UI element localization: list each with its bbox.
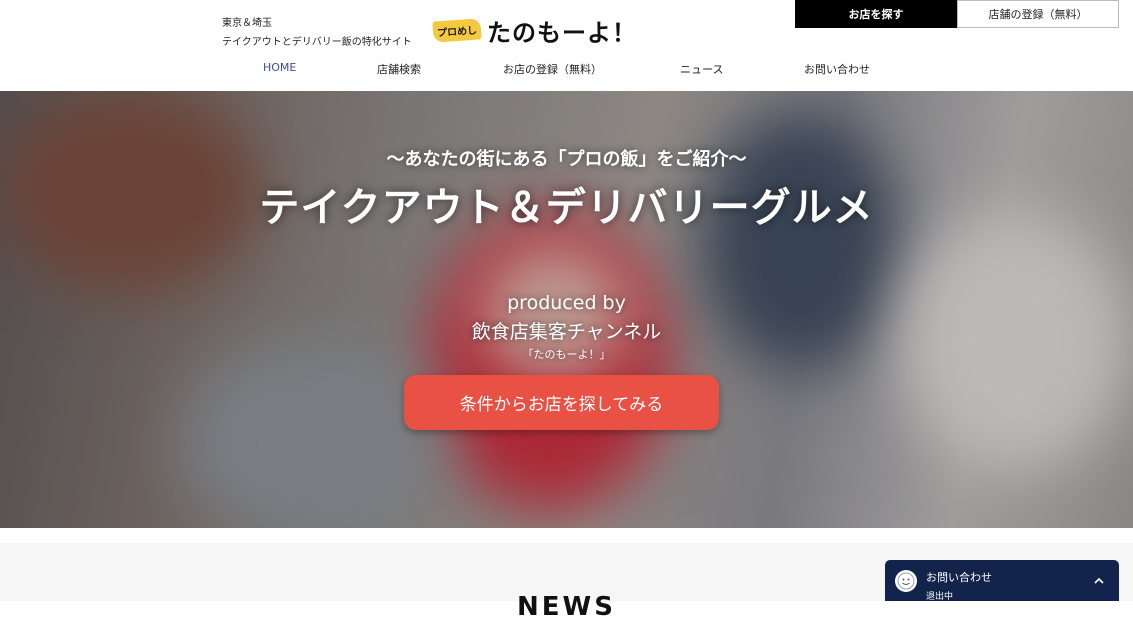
nav-item-store-search[interactable]: 店舗検索 bbox=[377, 61, 421, 77]
nav-item-home[interactable]: HOME bbox=[263, 61, 296, 74]
logo-text: たのもーよ！ bbox=[487, 18, 637, 47]
chevron-up-icon[interactable] bbox=[1092, 574, 1106, 588]
nav-item-contact[interactable]: お問い合わせ bbox=[804, 61, 870, 77]
search-by-conditions-button[interactable]: 条件からお店を探してみる bbox=[404, 375, 719, 430]
hero-produced-by: produced by bbox=[507, 292, 626, 314]
hero-channel-name: 飲食店集客チャンネル bbox=[471, 321, 662, 343]
hero-banner: 〜あなたの街にある「プロの飯」をご紹介〜 テイクアウト＆デリバリーグルメ pro… bbox=[0, 91, 1133, 528]
site-header: 東京＆埼玉 テイクアウトとデリバリー飯の特化サイト プロめし たのもーよ！ お店… bbox=[0, 0, 1133, 91]
logo-badge: プロめし bbox=[432, 17, 482, 43]
avatar-icon bbox=[895, 570, 917, 592]
chat-widget[interactable]: お問い合わせ 退出中 bbox=[885, 560, 1119, 602]
top-buttons: お店を探す 店舗の登録（無料） bbox=[795, 0, 1119, 28]
site-logo[interactable]: プロめし たのもーよ！ bbox=[432, 14, 637, 47]
tagline-area: 東京＆埼玉 bbox=[222, 18, 272, 29]
tagline-description: テイクアウトとデリバリー飯の特化サイト bbox=[222, 37, 412, 48]
chat-status: 退出中 bbox=[926, 592, 954, 602]
hero-subtitle: 〜あなたの街にある「プロの飯」をご紹介〜 bbox=[386, 149, 747, 170]
nav-item-news[interactable]: ニュース bbox=[680, 61, 723, 77]
find-store-button[interactable]: お店を探す bbox=[795, 0, 957, 28]
hero-site-name: 「たのもーよ！」 bbox=[522, 348, 611, 361]
nav-item-register[interactable]: お店の登録（無料） bbox=[503, 61, 602, 77]
register-store-button[interactable]: 店舗の登録（無料） bbox=[957, 0, 1119, 28]
chat-title: お問い合わせ bbox=[926, 571, 992, 584]
hero-title: テイクアウト＆デリバリーグルメ bbox=[259, 185, 874, 231]
main-nav: HOME 店舗検索 お店の登録（無料） ニュース お問い合わせ bbox=[0, 61, 1133, 77]
